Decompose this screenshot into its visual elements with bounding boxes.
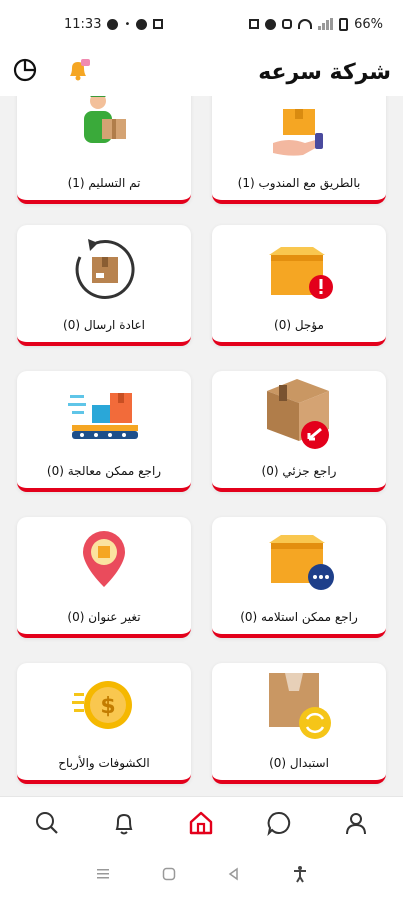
card-return-receivable[interactable]: راجع ممكن استلامه (0) [212,517,386,638]
status-bar-left: 11:33 • [64,16,164,32]
page-title: شركة سرعه [258,59,391,85]
resend-box-icon [66,233,142,313]
home-icon [187,809,215,841]
nav-home[interactable] [177,801,225,849]
card-delivered[interactable]: تم التسليم (1) [17,96,191,204]
svg-text:$: $ [100,694,115,719]
screen-icon [153,19,164,29]
signal-icon [318,18,334,30]
card-partial-return[interactable]: راجع جزئي (0) [212,371,386,492]
nav-search[interactable] [23,801,71,849]
battery-level: 66% [354,16,383,32]
delivery-hand-box-icon [269,103,329,167]
return-pending-box-icon [263,533,335,597]
partial-return-box-icon [263,377,335,455]
conveyor-boxes-icon [66,387,142,447]
alarm-icon [265,18,277,30]
battery-icon [339,17,349,31]
card-exchange[interactable]: استبدال (0) [212,663,386,784]
header-actions [12,56,92,88]
exchange-box-icon [263,669,335,745]
card-label: راجع ممكن معالجة (0) [46,464,162,478]
chat-icon [266,810,292,840]
card-resend[interactable]: اعادة ارسال (0) [17,225,191,346]
system-navigation [0,852,403,900]
recent-apps-icon[interactable] [95,866,111,886]
search-icon [34,810,60,840]
app-notification-icon [136,18,148,30]
card-label: راجع ممكن استلامه (0) [240,610,358,624]
card-label: راجع جزئي (0) [261,464,337,478]
back-icon[interactable] [226,866,242,886]
nav-notifications[interactable] [100,801,148,849]
card-label: الكشوفات والأرباح [58,756,150,770]
card-label: تم التسليم (1) [67,176,141,190]
nav-chat[interactable] [255,801,303,849]
dashboard-grid: بالطريق مع المندوب (1) تم التسليم (1) مؤ… [0,96,403,796]
postponed-box-icon [263,243,335,307]
location-pin-icon [79,529,129,595]
bell-icon [111,810,137,840]
card-label: بالطريق مع المندوب (1) [237,176,361,190]
card-statements-profits[interactable]: $ الكشوفات والأرباح [17,663,191,784]
status-bar-right: 66% [249,17,383,32]
nav-profile[interactable] [332,801,380,849]
card-label: تغير عنوان (0) [67,610,141,624]
bottom-navigation [0,796,403,852]
card-label: اعادة ارسال (0) [63,318,145,332]
card-on-the-way[interactable]: بالطريق مع المندوب (1) [212,96,386,204]
delivery-man-box-icon [74,96,134,159]
dot-icon: • [124,18,131,30]
card-postponed[interactable]: مؤجل (0) [212,225,386,346]
home-button-icon[interactable] [161,866,177,886]
nfc-icon [249,19,260,29]
accessibility-icon[interactable] [292,865,308,887]
card-label: استبدال (0) [269,756,329,770]
status-bar: 11:33 • 66% [0,0,403,48]
profile-icon [343,810,369,840]
wifi-icon [298,19,313,29]
dollar-coin-icon: $ [72,677,136,739]
app-header: شركة سرعه [0,48,403,96]
card-change-address[interactable]: تغير عنوان (0) [17,517,191,638]
vibrate-icon [282,19,293,29]
notification-bell-icon[interactable] [64,56,92,88]
card-return-processable[interactable]: راجع ممكن معالجة (0) [17,371,191,492]
card-label: مؤجل (0) [274,318,324,332]
notification-icon [107,18,119,30]
logout-icon[interactable] [12,57,38,87]
status-time: 11:33 [64,16,102,32]
